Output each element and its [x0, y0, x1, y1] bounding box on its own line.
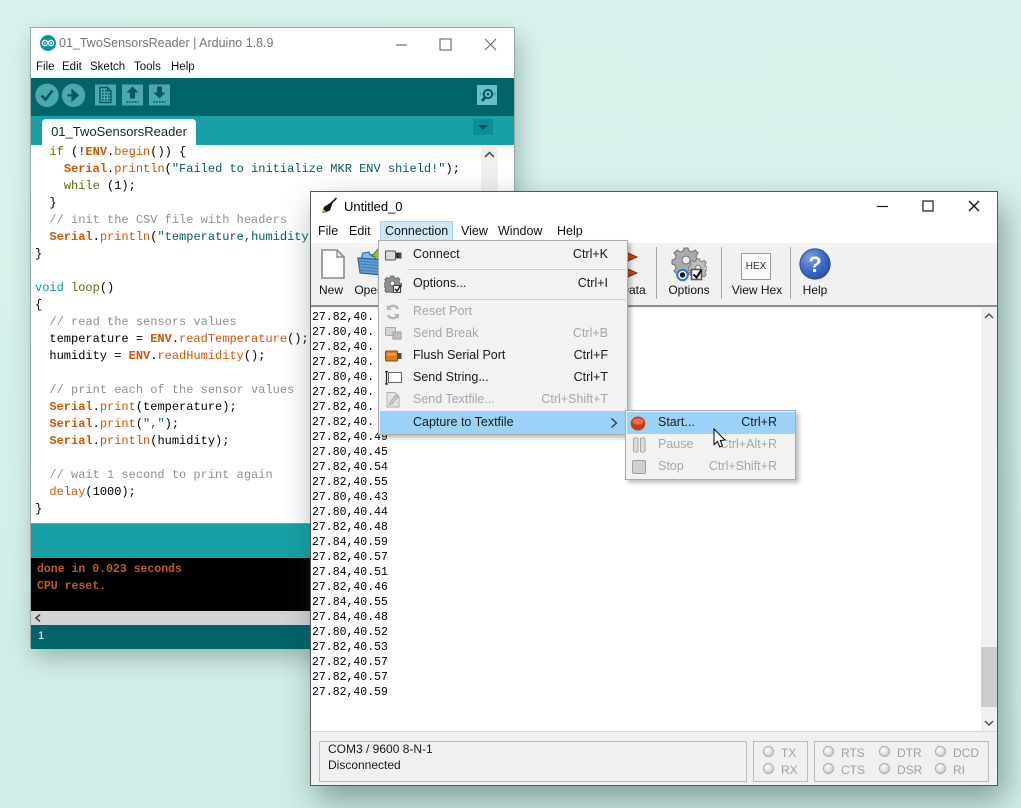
svg-text:?: ? — [808, 252, 821, 277]
